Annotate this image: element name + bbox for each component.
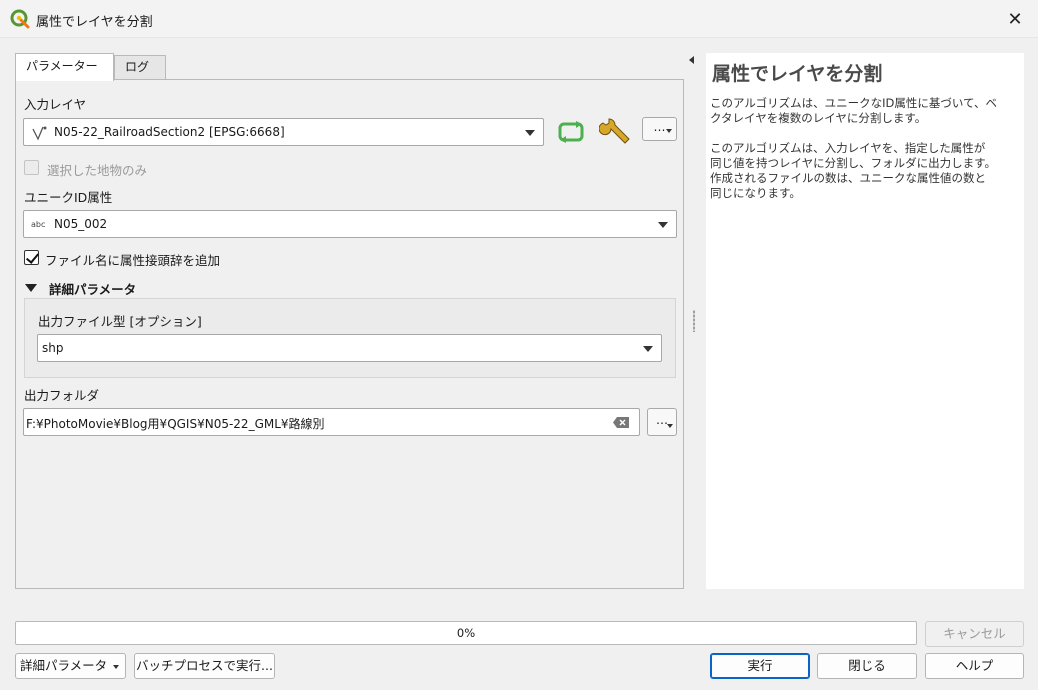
help-text-line: 作成されるファイルの数は、ユニークな属性値の数と (710, 171, 986, 185)
progress-bar: 0% (15, 621, 917, 645)
run-button[interactable]: 実行 (710, 653, 810, 679)
input-layer-value: N05-22_RailroadSection2 [EPSG:6668] (54, 125, 285, 139)
iterate-refresh-icon[interactable] (557, 119, 585, 145)
dropdown-arrow-icon (667, 424, 673, 428)
progress-text: 0% (456, 626, 476, 640)
help-button[interactable]: ヘルプ (925, 653, 1024, 679)
prefix-attribute-label: ファイル名に属性接頭辞を追加 (45, 253, 221, 268)
output-file-type-label: 出力ファイル型 [オプション] (38, 314, 202, 329)
help-text-line: このアルゴリズムは、ユニークなID属性に基づいて、ベ (710, 96, 997, 110)
output-file-type-combo[interactable]: shp (37, 334, 662, 362)
advanced-params-button-label: 詳細パラメータ (20, 658, 108, 673)
splitter-handle[interactable] (693, 310, 695, 332)
more-options-label: … (653, 120, 666, 134)
advanced-params-header[interactable]: 詳細パラメータ (49, 279, 136, 298)
title-bar: 属性でレイヤを分割 ✕ (0, 0, 1038, 38)
help-panel: 属性でレイヤを分割 このアルゴリズムは、ユニークなID属性に基づいて、ベ クタレ… (706, 53, 1024, 589)
dropdown-arrow-icon (113, 665, 119, 669)
help-title: 属性でレイヤを分割 (712, 63, 883, 85)
tab-parameters[interactable]: パラメーター (15, 53, 114, 81)
input-layer-options-button[interactable]: … (642, 117, 677, 141)
clear-text-icon[interactable] (612, 416, 630, 429)
help-paragraph-1: このアルゴリズムは、ユニークなID属性に基づいて、ベ クタレイヤを複数のレイヤに… (710, 96, 1020, 126)
unique-id-value: N05_002 (54, 217, 108, 231)
qgis-logo-icon (10, 9, 30, 29)
chevron-down-icon (643, 346, 653, 352)
string-field-icon: abc (31, 220, 46, 229)
help-text-line: 同じ値を持つレイヤに分割し、フォルダに出力します。 (710, 156, 997, 170)
close-button[interactable]: 閉じる (817, 653, 917, 679)
collapse-help-icon[interactable] (689, 56, 694, 64)
output-folder-input[interactable]: F:¥PhotoMovie¥Blog用¥QGIS¥N05-22_GML¥路線別 (23, 408, 640, 436)
unique-id-field-combo[interactable]: abc N05_002 (23, 210, 677, 238)
help-text-line: 同じになります。 (710, 186, 801, 200)
input-layer-combo[interactable]: N05-22_RailroadSection2 [EPSG:6668] (23, 118, 544, 146)
dropdown-arrow-icon (666, 129, 672, 133)
output-file-type-value: shp (42, 341, 64, 355)
window-title: 属性でレイヤを分割 (36, 15, 153, 30)
chevron-down-icon (658, 222, 668, 228)
browse-folder-button[interactable]: … (647, 408, 677, 436)
selected-features-only-label: 選択した地物のみ (47, 163, 148, 178)
close-window-button[interactable]: ✕ (992, 0, 1038, 38)
tab-log[interactable]: ログ (114, 55, 166, 80)
unique-id-label: ユニークID属性 (24, 190, 113, 205)
output-folder-label: 出力フォルダ (24, 388, 100, 403)
output-folder-value: F:¥PhotoMovie¥Blog用¥QGIS¥N05-22_GML¥路線別 (26, 417, 325, 431)
help-text-line: このアルゴリズムは、入力レイヤを、指定した属性が (710, 141, 986, 155)
collapse-triangle-icon[interactable] (25, 284, 37, 292)
cancel-button[interactable]: キャンセル (925, 621, 1024, 647)
help-paragraph-2: このアルゴリズムは、入力レイヤを、指定した属性が 同じ値を持つレイヤに分割し、フ… (710, 141, 1020, 201)
selected-features-only-checkbox[interactable] (24, 160, 39, 175)
chevron-down-icon (525, 130, 535, 136)
batch-process-button[interactable]: バッチプロセスで実行... (134, 653, 275, 679)
advanced-params-button[interactable]: 詳細パラメータ (15, 653, 126, 679)
input-layer-label: 入力レイヤ (24, 97, 87, 112)
prefix-attribute-checkbox[interactable] (24, 250, 39, 265)
wrench-icon[interactable] (599, 117, 633, 147)
line-layer-icon (32, 126, 47, 141)
help-text-line: クタレイヤを複数のレイヤに分割します。 (710, 111, 927, 125)
